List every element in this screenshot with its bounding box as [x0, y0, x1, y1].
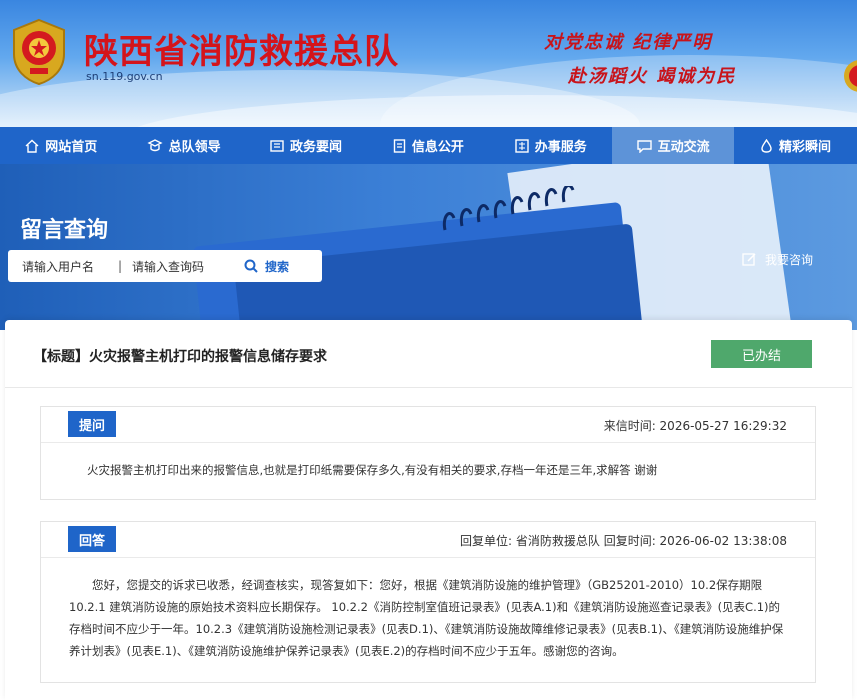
nav-item-home[interactable]: 网站首页 [0, 127, 122, 164]
nav-item-disclosure[interactable]: 信息公开 [367, 127, 489, 164]
nav-item-label: 精彩瞬间 [779, 140, 832, 155]
ask-question-link[interactable]: 我要咨询 [742, 251, 813, 268]
slogan-line-2: 赴汤蹈火 竭诚为民 [568, 66, 737, 87]
nav-item-label: 办事服务 [534, 140, 587, 155]
answer-body: 您好，您提交的诉求已收悉，经调查核实，现答复如下：您好，根据《建筑消防设施的维护… [69, 578, 784, 658]
status-badge: 已办结 [711, 340, 812, 368]
slogan-line-1: 对党忠诚 纪律严明 [544, 32, 713, 53]
site-header: 陕西省消防救援总队 sn.119.gov.cn 对党忠诚 纪律严明 赴汤蹈火 竭… [0, 0, 857, 127]
search-button[interactable]: 搜索 [244, 258, 289, 275]
question-box: 提问 来信时间: 2026-05-27 16:29:32 火灾报警主机打印出来的… [40, 406, 816, 500]
page-title: 留言查询 [20, 218, 109, 243]
hero-banner: 留言查询 请输入用户名 | 请输入查询码 搜索 我要咨询 [0, 164, 857, 330]
username-input[interactable]: 请输入用户名 [8, 258, 108, 275]
question-body: 火灾报警主机打印出来的报警信息,也就是打印纸需要保存多久,有没有相关的要求,存档… [87, 463, 658, 477]
chat-icon [636, 139, 652, 153]
service-icon [515, 138, 529, 153]
message-detail-card: 【标题】火灾报警主机打印的报警信息储存要求 已办结 提问 来信时间: 2026-… [5, 320, 852, 700]
nav-item-label: 互动交流 [657, 140, 710, 155]
fire-rescue-emblem-icon[interactable] [8, 18, 70, 86]
answer-header: 回答 回复单位: 省消防救援总队 回复时间: 2026-06-02 13:38:… [41, 522, 815, 558]
home-icon [25, 139, 39, 153]
nav-item-label: 网站首页 [45, 140, 98, 155]
topic-row: 【标题】火灾报警主机打印的报警信息储存要求 已办结 [5, 320, 852, 388]
party-emblem-icon [844, 60, 857, 92]
question-header: 提问 来信时间: 2026-05-27 16:29:32 [41, 407, 815, 443]
flame-icon [761, 138, 772, 153]
ask-question-label: 我要咨询 [765, 253, 814, 267]
answer-tag: 回答 [68, 526, 116, 552]
nav-item-highlights[interactable]: 精彩瞬间 [734, 127, 856, 164]
nav-item-label: 政务要闻 [289, 140, 342, 155]
site-domain: sn.119.gov.cn [86, 70, 163, 83]
leaders-icon [147, 138, 163, 151]
search-icon [244, 259, 258, 273]
nav-item-label: 信息公开 [411, 140, 464, 155]
answer-meta: 回复单位: 省消防救援总队 回复时间: 2026-06-02 13:38:08 [460, 534, 787, 548]
nav-item-leaders[interactable]: 总队领导 [122, 127, 244, 164]
search-separator: | [117, 259, 123, 273]
question-tag: 提问 [68, 411, 116, 437]
search-button-label: 搜索 [265, 259, 290, 274]
nav-item-news[interactable]: 政务要闻 [245, 127, 367, 164]
nav-item-label: 总队领导 [168, 140, 221, 155]
news-icon [270, 139, 284, 152]
nav-item-interaction[interactable]: 互动交流 [611, 127, 735, 164]
document-icon [393, 138, 406, 153]
message-search-bar: 请输入用户名 | 请输入查询码 搜索 [8, 250, 322, 282]
answer-box: 回答 回复单位: 省消防救援总队 回复时间: 2026-06-02 13:38:… [40, 521, 816, 683]
edit-icon [742, 253, 756, 266]
query-code-input[interactable]: 请输入查询码 [132, 258, 244, 275]
main-nav: 网站首页 总队领导 政务要闻 信息公开 办事服务 互动交流 精彩瞬间 [0, 127, 857, 164]
question-time: 来信时间: 2026-05-27 16:29:32 [603, 419, 787, 433]
nav-item-services[interactable]: 办事服务 [490, 127, 612, 164]
topic-title: 【标题】火灾报警主机打印的报警信息储存要求 [33, 349, 327, 365]
notebook-spiral-icon [442, 186, 575, 231]
site-title[interactable]: 陕西省消防救援总队 [84, 24, 399, 73]
